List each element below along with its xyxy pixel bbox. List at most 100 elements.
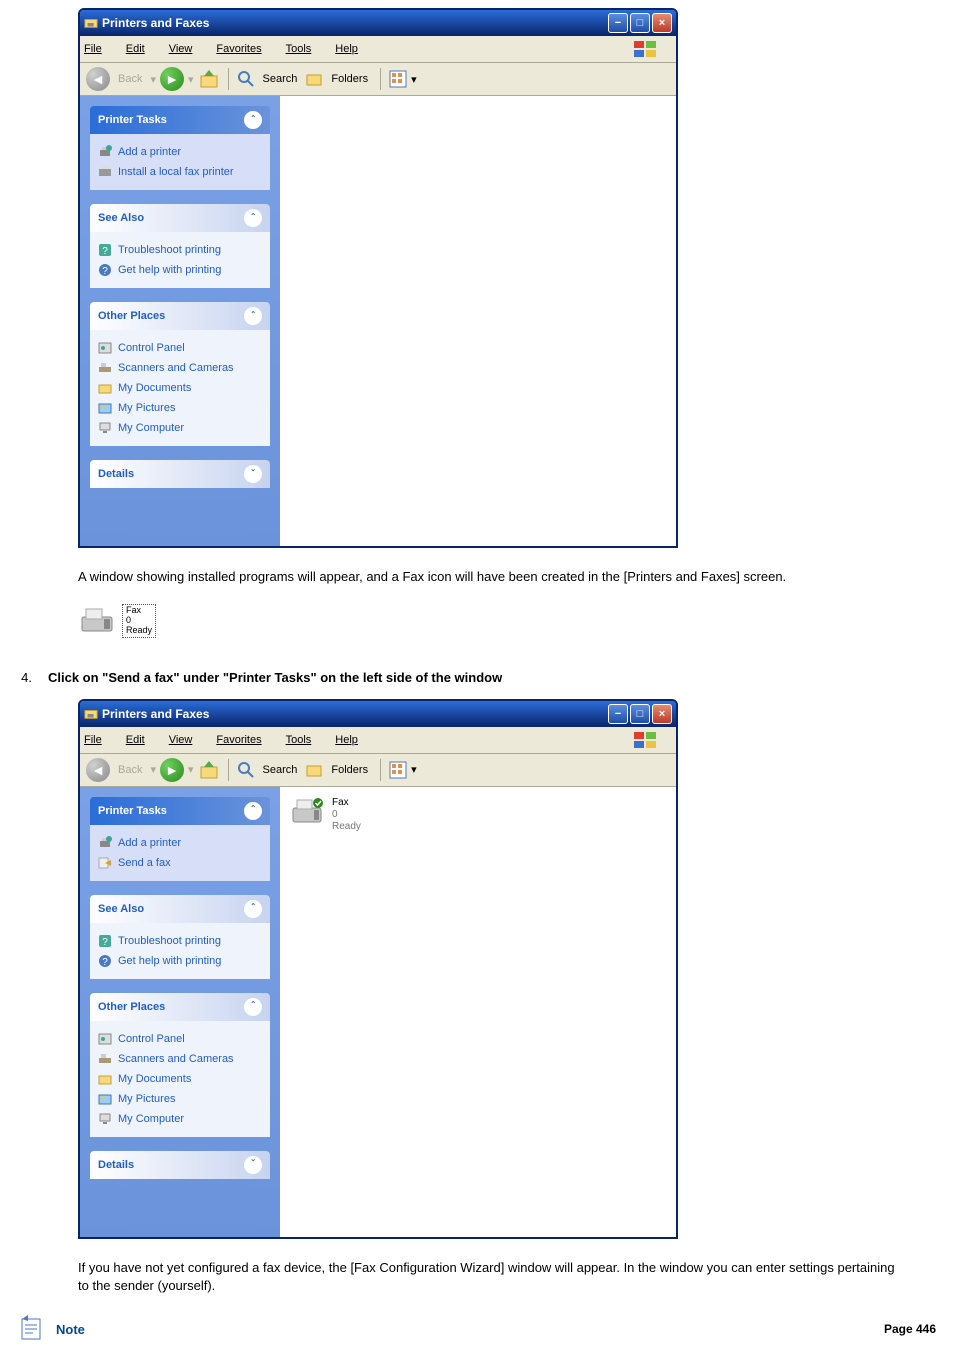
place-control-panel[interactable]: Control Panel [98, 338, 262, 358]
task-label: Send a fax [118, 857, 171, 869]
panel-header-printer-tasks[interactable]: Printer Tasks ˆ [90, 797, 270, 825]
views-icon[interactable] [389, 761, 407, 779]
windows-logo-icon [632, 39, 660, 59]
menu-help[interactable]: Help [335, 734, 370, 746]
folders-button[interactable]: Folders [327, 762, 372, 778]
up-icon[interactable] [198, 68, 220, 90]
chevron-up-icon[interactable]: ˆ [244, 900, 262, 918]
place-scanners[interactable]: Scanners and Cameras [98, 1049, 262, 1069]
menu-view[interactable]: View [169, 43, 205, 55]
maximize-button[interactable]: □ [630, 704, 650, 724]
minimize-button[interactable]: − [608, 13, 628, 33]
menu-edit[interactable]: Edit [126, 734, 157, 746]
panel-header-other-places[interactable]: Other Places ˆ [90, 302, 270, 330]
place-my-pictures[interactable]: My Pictures [98, 1089, 262, 1109]
menu-view[interactable]: View [169, 734, 205, 746]
place-my-documents[interactable]: My Documents [98, 1069, 262, 1089]
chevron-up-icon[interactable]: ˆ [244, 998, 262, 1016]
chevron-up-icon[interactable]: ˆ [244, 209, 262, 227]
task-add-printer[interactable]: Add a printer [98, 833, 262, 853]
task-get-help[interactable]: ? Get help with printing [98, 951, 262, 971]
search-icon[interactable] [237, 70, 255, 88]
scanner-icon [98, 361, 112, 375]
close-button[interactable]: × [652, 13, 672, 33]
chevron-up-icon[interactable]: ˆ [244, 111, 262, 129]
control-panel-icon [98, 1032, 112, 1046]
panel-header-other-places[interactable]: Other Places ˆ [90, 993, 270, 1021]
task-get-help[interactable]: ? Get help with printing [98, 260, 262, 280]
task-troubleshoot[interactable]: ? Troubleshoot printing [98, 931, 262, 951]
maximize-button[interactable]: □ [630, 13, 650, 33]
fax-printer-item[interactable]: Fax 0 Ready [290, 797, 666, 833]
close-button[interactable]: × [652, 704, 672, 724]
chevron-up-icon[interactable]: ˆ [244, 802, 262, 820]
forward-button[interactable]: ► [160, 67, 184, 91]
back-dropdown[interactable]: ▾ [150, 763, 156, 776]
titlebar[interactable]: Printers and Faxes − □ × [80, 10, 676, 36]
up-icon[interactable] [198, 759, 220, 781]
back-label: Back [114, 762, 146, 778]
panel-header-see-also[interactable]: See Also ˆ [90, 895, 270, 923]
menu-file[interactable]: File [84, 734, 114, 746]
place-scanners[interactable]: Scanners and Cameras [98, 358, 262, 378]
chevron-down-icon[interactable]: ˇ [244, 465, 262, 483]
task-troubleshoot[interactable]: ? Troubleshoot printing [98, 240, 262, 260]
forward-dropdown[interactable]: ▾ [188, 73, 194, 86]
place-my-computer[interactable]: My Computer [98, 418, 262, 438]
menu-help[interactable]: Help [335, 43, 370, 55]
views-dropdown[interactable]: ▾ [411, 763, 417, 776]
back-dropdown[interactable]: ▾ [150, 73, 156, 86]
scanner-icon [98, 1052, 112, 1066]
toolbar-separator [228, 759, 229, 781]
forward-dropdown[interactable]: ▾ [188, 763, 194, 776]
step-text: Click on "Send a fax" under "Printer Tas… [48, 670, 502, 685]
computer-icon [98, 421, 112, 435]
place-my-documents[interactable]: My Documents [98, 378, 262, 398]
back-button[interactable]: ◄ [86, 67, 110, 91]
forward-button[interactable]: ► [160, 758, 184, 782]
toolbar-separator [380, 759, 381, 781]
chevron-up-icon[interactable]: ˆ [244, 307, 262, 325]
window-content: Printer Tasks ˆ Add a printer Install a … [80, 96, 676, 546]
menu-edit[interactable]: Edit [126, 43, 157, 55]
menu-favorites[interactable]: Favorites [216, 43, 273, 55]
note-icon [18, 1315, 46, 1343]
task-label: Troubleshoot printing [118, 935, 221, 947]
svg-text:?: ? [102, 246, 108, 257]
minimize-button[interactable]: − [608, 704, 628, 724]
search-button[interactable]: Search [259, 762, 302, 778]
task-install-fax[interactable]: Install a local fax printer [98, 162, 262, 182]
chevron-down-icon[interactable]: ˇ [244, 1156, 262, 1174]
toolbar-separator [380, 68, 381, 90]
step-number: 4. [8, 670, 32, 685]
place-my-computer[interactable]: My Computer [98, 1109, 262, 1129]
place-label: Scanners and Cameras [118, 1053, 234, 1065]
folders-icon[interactable] [305, 761, 323, 779]
views-dropdown[interactable]: ▾ [411, 73, 417, 86]
menu-tools[interactable]: Tools [286, 734, 324, 746]
fax-item-label: Fax 0 Ready [332, 797, 361, 833]
panel-header-details[interactable]: Details ˇ [90, 460, 270, 488]
main-area [280, 96, 676, 546]
panel-header-printer-tasks[interactable]: Printer Tasks ˆ [90, 106, 270, 134]
menu-file[interactable]: File [84, 43, 114, 55]
folders-button[interactable]: Folders [327, 71, 372, 87]
help-icon: ? [98, 263, 112, 277]
views-icon[interactable] [389, 70, 407, 88]
search-icon[interactable] [237, 761, 255, 779]
panel-title: Details [98, 468, 134, 480]
menubar: File Edit View Favorites Tools Help [80, 727, 676, 754]
back-button[interactable]: ◄ [86, 758, 110, 782]
task-send-fax[interactable]: Send a fax [98, 853, 262, 873]
panel-header-see-also[interactable]: See Also ˆ [90, 204, 270, 232]
titlebar[interactable]: Printers and Faxes − □ × [80, 701, 676, 727]
place-control-panel[interactable]: Control Panel [98, 1029, 262, 1049]
menu-tools[interactable]: Tools [286, 43, 324, 55]
menu-favorites[interactable]: Favorites [216, 734, 273, 746]
place-my-pictures[interactable]: My Pictures [98, 398, 262, 418]
folders-icon[interactable] [305, 70, 323, 88]
page-number: Page 446 [884, 1322, 936, 1336]
search-button[interactable]: Search [259, 71, 302, 87]
panel-header-details[interactable]: Details ˇ [90, 1151, 270, 1179]
task-add-printer[interactable]: Add a printer [98, 142, 262, 162]
